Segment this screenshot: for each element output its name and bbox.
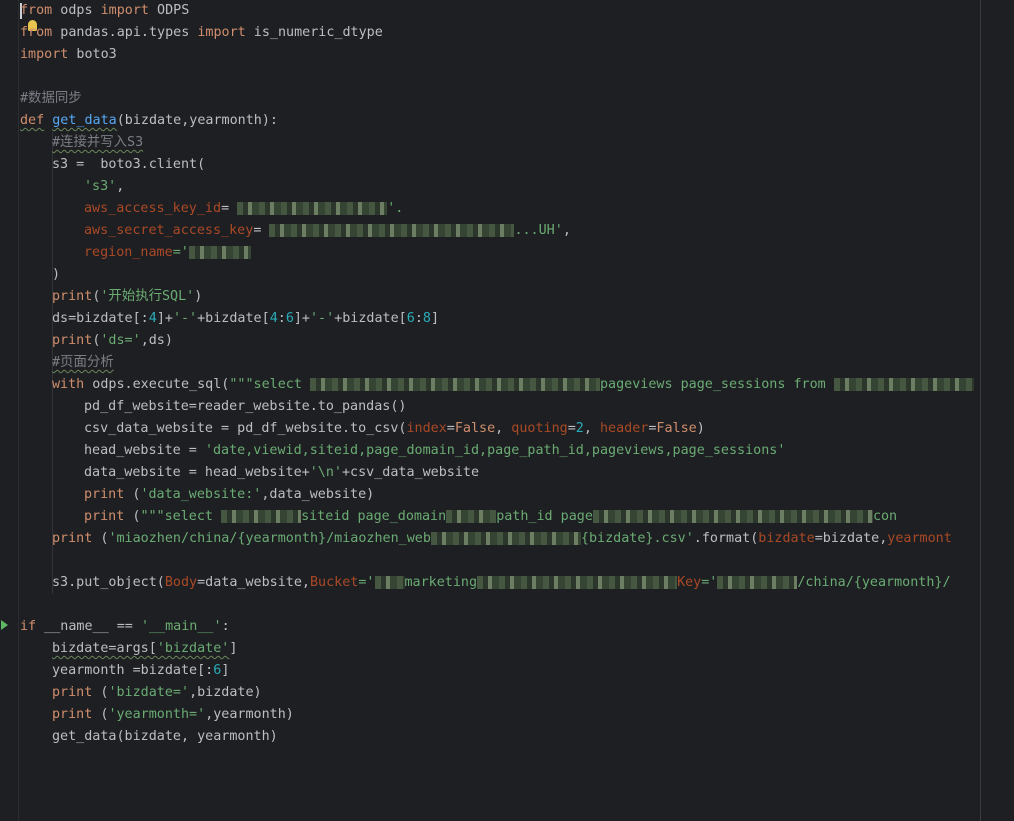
- editor-gutter[interactable]: [0, 0, 19, 821]
- redacted-path: [430, 531, 581, 545]
- code-line-25: print ('miaozhen/china/{yearmonth}/miaoz…: [52, 531, 952, 546]
- code-line-2: from pandas.api.types import is_numeric_…: [20, 25, 383, 40]
- code-line-3: import boto3: [20, 47, 117, 62]
- run-arrow-icon[interactable]: [1, 620, 8, 630]
- code-line-19: pd_df_website=reader_website.to_pandas(): [84, 399, 407, 414]
- code-line-1: from odps import ODPS: [20, 3, 190, 18]
- code-line-20: csv_data_website = pd_df_website.to_csv(…: [84, 421, 705, 436]
- code-line-9: 's3',: [84, 179, 125, 194]
- code-line-27: s3.put_object(Body=data_website,Bucket='…: [52, 575, 951, 590]
- redacted-query-c: [592, 509, 873, 523]
- redacted-sql: [310, 377, 600, 391]
- code-line-15: ds=bizdate[:4]+'-'+bizdate[4:6]+'-'+bizd…: [52, 311, 439, 326]
- redacted-bucket-b: [477, 575, 678, 589]
- code-line-24: print ("""select siteid page_domain path_…: [84, 509, 898, 524]
- code-line-29: if __name__ == '__main__':: [20, 619, 230, 634]
- code-line-30: bizdate=args['bizdate']: [52, 641, 238, 656]
- code-line-32: print ('bizdate=',bizdate): [52, 685, 262, 700]
- redacted-region: [188, 245, 251, 259]
- code-line-33: print ('yearmonth=',yearmonth): [52, 707, 294, 722]
- code-line-13: ): [52, 267, 61, 282]
- code-line-18: with odps.execute_sql("""select pageview…: [52, 374, 974, 396]
- code-line-21: head_website = 'date,viewid,siteid,page_…: [84, 443, 786, 458]
- redacted-access-key: [237, 201, 388, 215]
- code-line-8: s3 = boto3.client(: [52, 157, 206, 172]
- code-line-5: #数据同步: [20, 91, 82, 106]
- code-line-6: def get_data(bizdate,yearmonth):: [20, 113, 278, 128]
- code-line-16: print('ds=',ds): [52, 333, 173, 348]
- redacted-query-a: [221, 509, 302, 523]
- code-line-31: yearmonth =bizdate[:6]: [52, 663, 230, 678]
- redacted-query-b: [446, 509, 497, 523]
- code-line-22: data_website = head_website+'\n'+csv_dat…: [84, 465, 480, 480]
- code-line-17: #页面分析: [52, 355, 114, 370]
- code-line-34: get_data(bizdate, yearmonth): [52, 729, 278, 744]
- redacted-sql-tail: [833, 377, 974, 391]
- code-editor[interactable]: from odps import ODPS from pandas.api.ty…: [20, 0, 1014, 821]
- redacted-secret-key: [269, 223, 515, 237]
- redacted-bucket-a: [374, 575, 405, 589]
- code-line-14: print('开始执行SQL'): [52, 289, 203, 304]
- code-line-10: aws_access_key_id= '.: [84, 201, 404, 216]
- code-line-12: region_name=': [84, 242, 251, 264]
- code-line-11: aws_secret_access_key= ...UH',: [84, 223, 571, 238]
- code-line-23: print ('data_website:',data_website): [84, 487, 375, 502]
- redacted-key-a: [717, 575, 798, 589]
- code-line-7: #连接并写入S3: [52, 135, 144, 150]
